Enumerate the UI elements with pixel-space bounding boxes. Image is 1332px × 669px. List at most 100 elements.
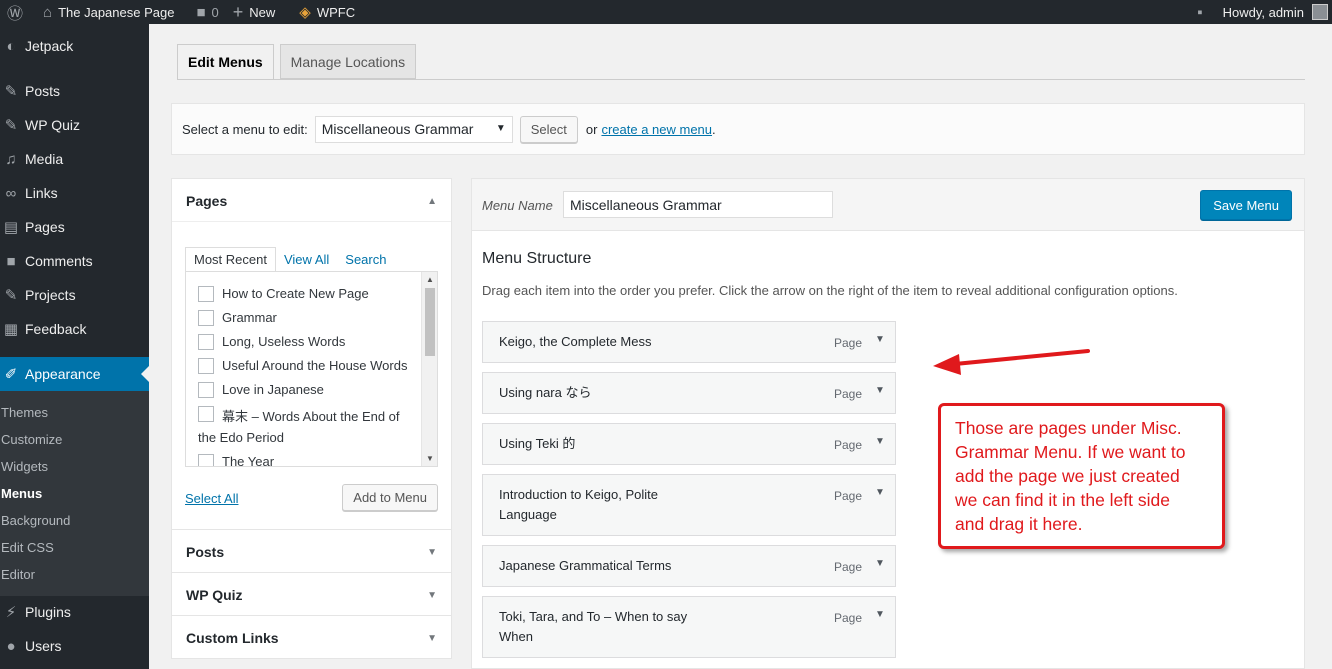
notification-button[interactable]: ▪ — [1190, 0, 1215, 24]
pages-tabs: Most Recent View All Search — [185, 247, 394, 272]
menu-item[interactable]: Using nara なら Page ▼ — [482, 372, 896, 414]
comments-link[interactable]: ■ 0 — [189, 0, 225, 24]
submenu-background[interactable]: Background — [1, 513, 70, 528]
checkbox[interactable] — [198, 310, 214, 326]
menu-select-dropdown[interactable]: Miscellaneous Grammar ▼ — [314, 115, 513, 143]
chevron-down-icon[interactable]: ▼ — [875, 609, 885, 620]
submenu-edit-css[interactable]: Edit CSS — [1, 540, 54, 555]
pin-icon: ✎ — [4, 287, 18, 304]
checkbox[interactable] — [198, 358, 214, 374]
tab-view-all[interactable]: View All — [276, 247, 337, 272]
link-icon: ∞ — [5, 184, 17, 202]
tab-search[interactable]: Search — [337, 247, 394, 272]
tab-edit-menus[interactable]: Edit Menus — [177, 44, 274, 80]
menu-name-input[interactable]: Miscellaneous Grammar — [563, 191, 833, 218]
submenu-menus[interactable]: Menus — [1, 486, 42, 501]
chevron-down-icon: ▼ — [495, 122, 506, 134]
checkbox[interactable] — [198, 406, 214, 422]
wordpress-logo-button[interactable]: Ⓦ — [0, 0, 36, 24]
list-item[interactable]: Long, Useless Words — [198, 334, 345, 350]
sidebar-item-appearance[interactable]: ✐ Appearance — [0, 357, 149, 391]
menu-item[interactable]: Japanese Grammatical Terms Page ▼ — [482, 545, 896, 587]
list-item[interactable]: 幕末 – Words About the End of — [198, 406, 400, 425]
chevron-down-icon[interactable]: ▼ — [427, 633, 437, 644]
list-item[interactable]: Useful Around the House Words — [198, 358, 407, 374]
checkbox[interactable] — [198, 286, 214, 302]
sidebar-item-feedback[interactable]: ▦ Feedback — [0, 312, 149, 346]
pages-metabox-title: Pages — [186, 193, 228, 209]
scrollbar[interactable]: ▲ ▼ — [421, 272, 437, 466]
main-content: Edit Menus Manage Locations Select a men… — [149, 24, 1332, 669]
sidebar-item-plugins[interactable]: ⚡ Plugins — [0, 595, 149, 629]
menu-structure-title: Menu Structure — [482, 250, 592, 267]
list-item[interactable]: How to Create New Page — [198, 286, 369, 302]
or-text: or — [585, 121, 598, 137]
wpfc-link[interactable]: ◈ WPFC — [292, 0, 362, 24]
brush-icon: ✐ — [4, 366, 18, 383]
list-item[interactable]: Grammar — [198, 310, 277, 326]
list-item[interactable]: Love in Japanese — [198, 382, 324, 398]
account-menu[interactable]: Howdy, admin — [1216, 0, 1332, 24]
feedback-icon: ▦ — [3, 321, 19, 338]
chevron-down-icon[interactable]: ▼ — [427, 547, 437, 558]
menu-structure-description: Drag each item into the order you prefer… — [482, 283, 1178, 298]
chevron-down-icon[interactable]: ▼ — [875, 487, 885, 498]
admin-sidebar: ◐ Jetpack ✎ Posts ✎ WP Quiz ♫ Media ∞ Links ▤… — [0, 24, 149, 669]
custom-links-metabox[interactable]: Custom Links ▼ — [171, 615, 452, 659]
sidebar-item-jetpack[interactable]: ◐ Jetpack — [0, 29, 149, 63]
sidebar-item-media[interactable]: ♫ Media — [0, 142, 149, 176]
submenu-editor[interactable]: Editor — [1, 567, 35, 582]
new-content-link[interactable]: + New — [226, 0, 283, 24]
chevron-down-icon[interactable]: ▼ — [875, 385, 885, 396]
submenu-themes[interactable]: Themes — [1, 405, 48, 420]
checkbox[interactable] — [198, 334, 214, 350]
checkbox[interactable] — [198, 382, 214, 398]
menu-select-bar: Select a menu to edit: Miscellaneous Gra… — [171, 103, 1305, 155]
submenu-customize[interactable]: Customize — [1, 432, 62, 447]
chevron-down-icon[interactable]: ▼ — [875, 436, 885, 447]
select-button[interactable]: Select — [519, 115, 578, 143]
posts-metabox[interactable]: Posts ▼ — [171, 529, 452, 573]
menu-item[interactable]: Keigo, the Complete Mess Page ▼ — [482, 321, 896, 363]
wpfc-icon: ◈ — [299, 4, 311, 21]
annotation-arrow — [933, 349, 1090, 375]
menu-item[interactable]: Introduction to Keigo, Polite Language P… — [482, 474, 896, 536]
tab-manage-locations[interactable]: Manage Locations — [279, 44, 417, 79]
sidebar-item-wp-quiz[interactable]: ✎ WP Quiz — [0, 108, 149, 142]
sidebar-item-users[interactable]: ● Users — [0, 629, 149, 663]
pages-icon: ▤ — [3, 219, 19, 236]
custom-links-metabox-title: Custom Links — [186, 630, 279, 646]
admin-bar: Ⓦ ⌂ The Japanese Page ■ 0 + New ◈ WPFC ▪ How… — [0, 0, 1332, 24]
sidebar-item-comments[interactable]: ■ Comments — [0, 244, 149, 278]
submenu-widgets[interactable]: Widgets — [1, 459, 48, 474]
sidebar-item-pages[interactable]: ▤ Pages — [0, 210, 149, 244]
sidebar-item-projects[interactable]: ✎ Projects — [0, 278, 149, 312]
wp-quiz-metabox[interactable]: WP Quiz ▼ — [171, 572, 452, 616]
chevron-down-icon[interactable]: ▼ — [427, 590, 437, 601]
scroll-down-icon[interactable]: ▼ — [426, 454, 434, 463]
appearance-submenu: Themes Customize Widgets Menus Backgroun… — [0, 391, 149, 596]
plus-icon: + — [232, 1, 244, 22]
menu-item[interactable]: Toki, Tara, and To – When to say When Pa… — [482, 596, 896, 658]
sidebar-item-links[interactable]: ∞ Links — [0, 176, 149, 210]
add-to-menu-button[interactable]: Add to Menu — [342, 484, 438, 511]
create-menu-link[interactable]: create a new menu — [601, 122, 712, 137]
sidebar-item-posts[interactable]: ✎ Posts — [0, 74, 149, 108]
chevron-down-icon[interactable]: ▼ — [875, 334, 885, 345]
scroll-up-icon[interactable]: ▲ — [426, 275, 434, 284]
chevron-up-icon[interactable]: ▲ — [427, 196, 437, 207]
chevron-down-icon[interactable]: ▼ — [875, 558, 885, 569]
site-name-link[interactable]: ⌂ The Japanese Page — [36, 0, 181, 24]
save-menu-button[interactable]: Save Menu — [1200, 190, 1292, 220]
list-item[interactable]: The Year — [198, 454, 274, 466]
scroll-thumb[interactable] — [425, 288, 435, 356]
menu-item[interactable]: Using Teki 的 Page ▼ — [482, 423, 896, 465]
tab-divider — [177, 79, 1305, 80]
pages-metabox-header[interactable]: Pages ▲ — [172, 179, 451, 222]
select-all-link[interactable]: Select All — [185, 491, 238, 506]
jetpack-icon: ◐ — [6, 37, 16, 55]
tab-most-recent[interactable]: Most Recent — [185, 247, 276, 272]
quiz-icon: ✎ — [4, 117, 18, 134]
checkbox[interactable] — [198, 454, 214, 466]
avatar — [1312, 4, 1328, 20]
